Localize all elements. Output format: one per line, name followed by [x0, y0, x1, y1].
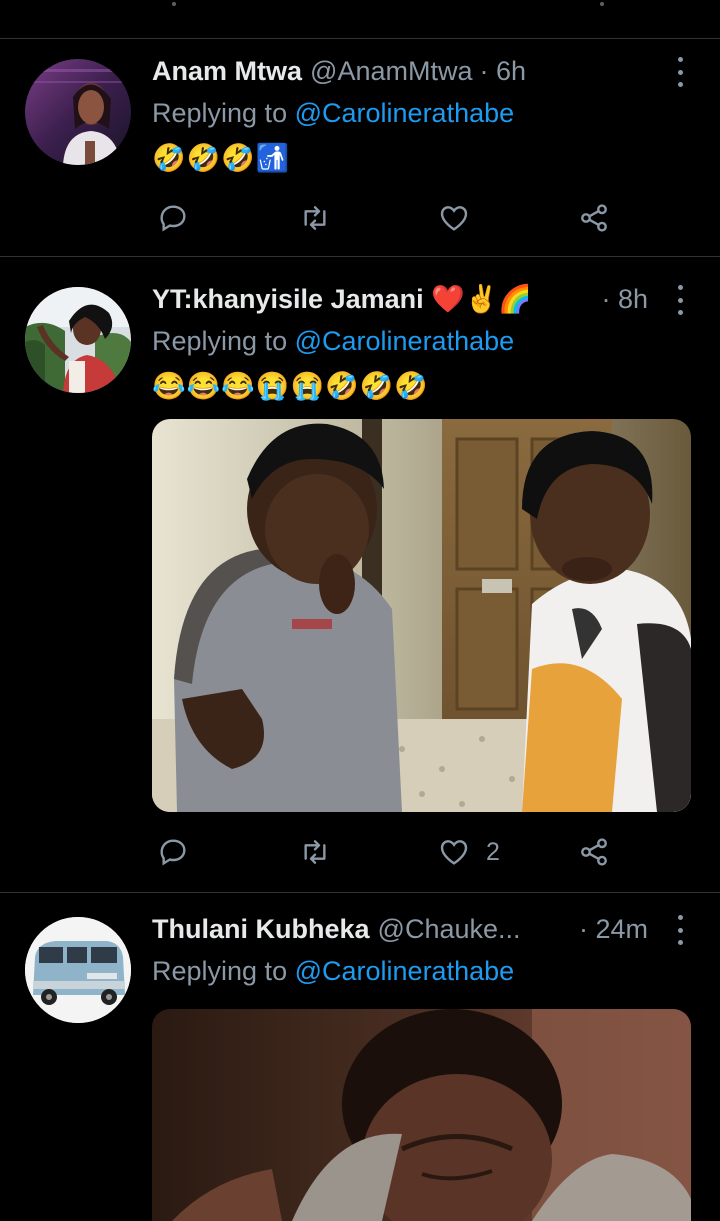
display-name[interactable]: YT:khanyisile Jamani ❤️✌️🌈 — [152, 283, 532, 315]
user-handle[interactable]: @Chauke... — [378, 914, 521, 945]
replying-prefix: Replying to — [152, 956, 288, 986]
tweet-header: Anam Mtwa @AnamMtwa · 6h — [152, 51, 660, 91]
retweet-icon — [304, 840, 326, 864]
more-icon[interactable] — [674, 285, 686, 315]
avatar[interactable] — [25, 59, 131, 165]
tweet-thulani-kubheka[interactable]: Thulani Kubheka @Chauke... · 24m Replyin… — [0, 893, 720, 1221]
replying-prefix: Replying to — [152, 326, 288, 356]
mention-link[interactable]: @Carolinerathabe — [295, 956, 515, 986]
tweet-media-image[interactable] — [152, 419, 691, 812]
retweet-button[interactable] — [299, 832, 331, 872]
reply-icon — [160, 839, 186, 866]
more-icon[interactable] — [674, 57, 686, 87]
like-button[interactable]: 2 — [438, 832, 500, 872]
like-icon — [440, 840, 468, 865]
share-button[interactable] — [578, 832, 610, 872]
reply-button[interactable] — [157, 198, 189, 238]
tweet-media-image[interactable] — [152, 1009, 691, 1221]
share-icon — [581, 838, 607, 866]
retweet-button[interactable] — [299, 198, 331, 238]
previous-action-remnant — [600, 2, 604, 6]
avatar[interactable] — [25, 287, 131, 393]
avatar[interactable] — [25, 917, 131, 1023]
like-icon — [440, 206, 468, 231]
previous-tweet-edge — [0, 0, 720, 39]
tweet-header: Thulani Kubheka @Chauke... — [152, 909, 550, 949]
user-handle[interactable]: @AnamMtwa — [310, 56, 472, 87]
replying-prefix: Replying to — [152, 98, 288, 128]
mention-link[interactable]: @Carolinerathabe — [295, 326, 515, 356]
reply-icon — [160, 205, 186, 232]
timestamp[interactable]: · 8h — [601, 279, 648, 319]
tweet-khanyisile-jamani[interactable]: YT:khanyisile Jamani ❤️✌️🌈 · 8h Replying… — [0, 257, 720, 892]
mention-link[interactable]: @Carolinerathabe — [295, 98, 515, 128]
tweet-actions: 2 — [152, 832, 622, 872]
more-icon[interactable] — [674, 915, 686, 945]
replying-to: Replying to @Carolinerathabe — [152, 98, 514, 129]
tweet-text: 🤣🤣🤣🚮 — [152, 143, 291, 173]
replying-to: Replying to @Carolinerathabe — [152, 326, 514, 357]
share-button[interactable] — [578, 198, 610, 238]
like-button[interactable] — [438, 198, 470, 238]
display-name[interactable]: Anam Mtwa — [152, 56, 302, 87]
tweet-actions — [152, 198, 622, 238]
timestamp[interactable]: · 24m — [579, 909, 648, 949]
share-icon — [581, 204, 607, 232]
tweet-anam-mtwa[interactable]: Anam Mtwa @AnamMtwa · 6h Replying to @Ca… — [0, 38, 720, 256]
tweet-text: 😂😂😂😭😭🤣🤣🤣 — [152, 371, 429, 401]
like-count: 2 — [486, 837, 500, 866]
tweet-header: YT:khanyisile Jamani ❤️✌️🌈 — [152, 279, 550, 319]
previous-action-remnant — [172, 2, 176, 6]
retweet-icon — [304, 206, 326, 230]
display-name[interactable]: Thulani Kubheka — [152, 914, 370, 945]
timestamp[interactable]: · 6h — [479, 56, 526, 87]
reply-button[interactable] — [157, 832, 189, 872]
replying-to: Replying to @Carolinerathabe — [152, 956, 514, 987]
